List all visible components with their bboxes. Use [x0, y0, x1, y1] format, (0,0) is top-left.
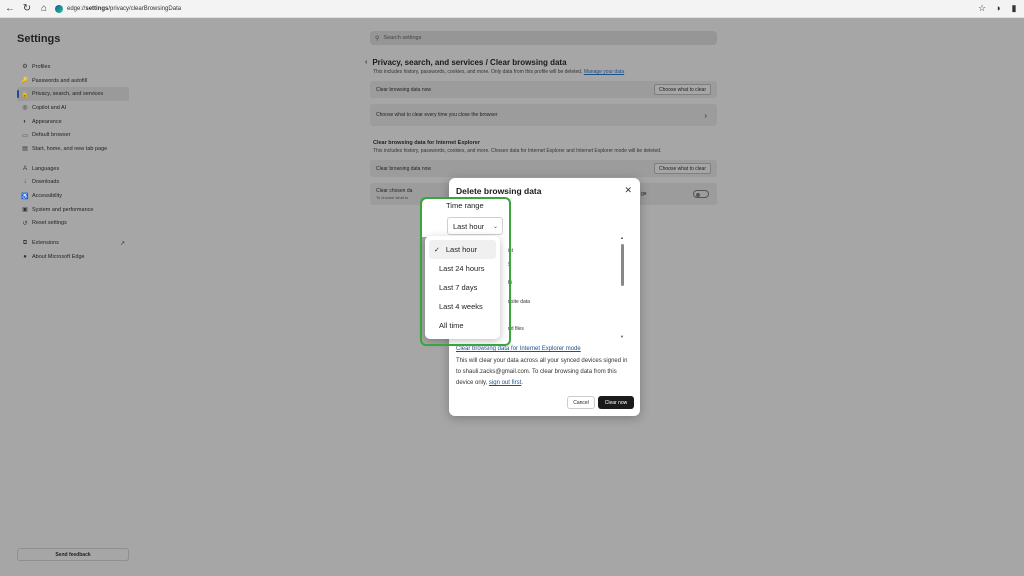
- sidebar-item-system[interactable]: ▣ System and performance: [17, 203, 129, 217]
- row-label: Choose what to clear every time you clos…: [376, 112, 498, 118]
- sidebar-item-label: Downloads: [32, 179, 60, 186]
- address-bar[interactable]: edge:// settings /privacy/clearBrowsingD…: [55, 2, 975, 15]
- dialog-title: Delete browsing data: [456, 186, 542, 196]
- send-feedback-button[interactable]: Send feedback: [17, 548, 129, 561]
- scroll-up-icon[interactable]: ▲: [620, 235, 624, 240]
- sidebar-item-label: About Microsoft Edge: [32, 253, 85, 260]
- sidebar-item-accessibility[interactable]: ♿ Accessibility: [17, 189, 129, 203]
- sidebar-item-appearance[interactable]: ◐ Appearance: [17, 115, 129, 129]
- favorite-star-icon[interactable]: ☆: [976, 2, 988, 14]
- sidebar-item-extensions[interactable]: ⧉ Extensions ↗: [17, 236, 129, 250]
- row-label: Clear browsing data now: [376, 86, 432, 93]
- page-description: This includes history, passwords, cookie…: [373, 69, 720, 75]
- breadcrumb-text: Privacy, search, and services / Clear br…: [372, 58, 567, 67]
- sidebar-item-label: Extensions: [32, 240, 59, 247]
- scroll-down-icon[interactable]: ▼: [620, 334, 624, 339]
- appearance-icon: ◐: [23, 118, 27, 125]
- url-host: settings: [85, 5, 109, 12]
- sidebar-item-downloads[interactable]: ↓ Downloads: [17, 176, 129, 190]
- chevron-right-icon: ›: [704, 110, 707, 120]
- clear-now-button[interactable]: Clear now: [598, 396, 634, 409]
- key-icon: 🔑: [21, 78, 29, 85]
- clear-on-close-row[interactable]: Choose what to clear every time you clos…: [370, 104, 717, 126]
- ie-choose-what-to-clear-button[interactable]: Choose what to clear: [654, 163, 711, 174]
- url-prefix: edge://: [67, 5, 86, 12]
- download-icon: ↓: [23, 179, 27, 186]
- home-icon[interactable]: ⌂: [37, 2, 51, 16]
- copilot-icon: ◎: [22, 105, 28, 112]
- edge-logo-icon: ●: [23, 253, 27, 260]
- choose-what-to-clear-button[interactable]: Choose what to clear: [654, 84, 711, 95]
- list-item-label: r site data: [508, 299, 530, 305]
- search-placeholder: Search settings: [383, 35, 422, 41]
- ie-clear-toggle[interactable]: [693, 190, 709, 198]
- sidebar-item-label: Languages: [32, 165, 60, 172]
- scroll-thumb[interactable]: [621, 244, 624, 286]
- external-link-icon: ↗: [119, 240, 125, 247]
- sidebar-item-label: Default browser: [32, 132, 71, 139]
- sidebar-item-passwords[interactable]: 🔑 Passwords and autofill: [17, 74, 129, 88]
- row-sublabel: To choose what to: [376, 195, 409, 200]
- accessibility-icon: ♿: [21, 193, 29, 200]
- close-icon[interactable]: ✕: [624, 185, 632, 196]
- sidebar-item-profiles[interactable]: ⚙ Profiles: [17, 60, 129, 74]
- sidebar-item-about[interactable]: ● About Microsoft Edge: [17, 250, 129, 264]
- sync-info-end: .: [521, 380, 523, 386]
- manage-data-link[interactable]: Manage your data: [584, 69, 624, 75]
- dialog-scrollbar[interactable]: ▲ ▼: [620, 235, 624, 339]
- reset-icon: ↺: [22, 220, 28, 227]
- sidebar-item-label: Privacy, search, and services: [32, 91, 104, 98]
- sidebar-item-label: Start, home, and new tab page: [32, 145, 108, 152]
- sidebar-item-label: Accessibility: [32, 193, 62, 200]
- page-title: Settings: [17, 33, 61, 45]
- sidebar-item-label: Profiles: [32, 63, 51, 70]
- search-icon: ⚲: [375, 35, 380, 42]
- ie-section-heading: Clear browsing data for Internet Explore…: [373, 140, 480, 146]
- sidebar-item-label: Copilot and AI: [32, 104, 67, 111]
- browser-toolbar: ← ↻ ⌂ edge:// settings /privacy/clearBro…: [0, 0, 1024, 18]
- edge-logo-icon: [55, 4, 63, 13]
- clear-now-row: Clear browsing data now Choose what to c…: [370, 81, 717, 98]
- ie-section-description: This includes history, passwords, cookie…: [373, 148, 662, 154]
- profile-icon[interactable]: ▮: [1008, 2, 1020, 14]
- ie-clear-now-row: Clear browsing data now Choose what to c…: [370, 160, 717, 177]
- row-label: Clear browsing data now: [376, 165, 432, 172]
- search-input[interactable]: ⚲ Search settings: [370, 31, 717, 45]
- system-icon: ▣: [22, 207, 28, 214]
- extensions-icon: ⧉: [22, 239, 28, 246]
- language-icon: A: [22, 165, 27, 172]
- breadcrumb: ‹ Privacy, search, and services / Clear …: [365, 58, 720, 67]
- back-chevron-icon[interactable]: ‹: [365, 59, 367, 66]
- row-trailing-text: ge: [641, 191, 647, 197]
- highlight-outline: [420, 197, 511, 346]
- refresh-icon[interactable]: ↻: [20, 2, 34, 16]
- copilot-icon[interactable]: ◑: [992, 2, 1004, 14]
- sync-info-body: This will clear your data across all you…: [456, 358, 628, 386]
- sidebar: ⚙ Profiles 🔑 Passwords and autofill 🔒 Priva…: [17, 60, 129, 264]
- sidebar-item-label: Reset settings: [32, 220, 67, 227]
- ie-mode-clear-link[interactable]: Clear browsing data for Internet Explore…: [456, 346, 581, 352]
- sidebar-item-copilot[interactable]: ◎ Copilot and AI: [17, 101, 129, 115]
- sign-out-link[interactable]: sign out first: [489, 380, 521, 386]
- sidebar-item-label: Appearance: [32, 118, 62, 125]
- sidebar-item-default-browser[interactable]: ▭ Default browser: [17, 128, 129, 142]
- sidebar-item-label: System and performance: [32, 206, 94, 213]
- sync-info-text: This will clear your data across all you…: [456, 356, 631, 389]
- back-icon[interactable]: ←: [3, 2, 17, 16]
- row-label: Clear chosen da: [376, 188, 413, 194]
- sidebar-item-privacy[interactable]: 🔒 Privacy, search, and services: [17, 87, 129, 102]
- profile-icon: ⚙: [22, 64, 28, 71]
- sidebar-item-languages[interactable]: A Languages: [17, 162, 129, 176]
- description-text: This includes history, passwords, cookie…: [373, 69, 583, 75]
- cancel-button[interactable]: Cancel: [567, 396, 595, 409]
- new-tab-icon: ▤: [22, 146, 28, 153]
- url-path: /privacy/clearBrowsingData: [108, 5, 182, 12]
- lock-icon: 🔒: [21, 91, 29, 98]
- sidebar-item-label: Passwords and autofill: [32, 77, 88, 84]
- sidebar-item-reset[interactable]: ↺ Reset settings: [17, 217, 129, 231]
- browser-icon: ▭: [22, 132, 28, 139]
- sidebar-item-start-home[interactable]: ▤ Start, home, and new tab page: [17, 142, 129, 156]
